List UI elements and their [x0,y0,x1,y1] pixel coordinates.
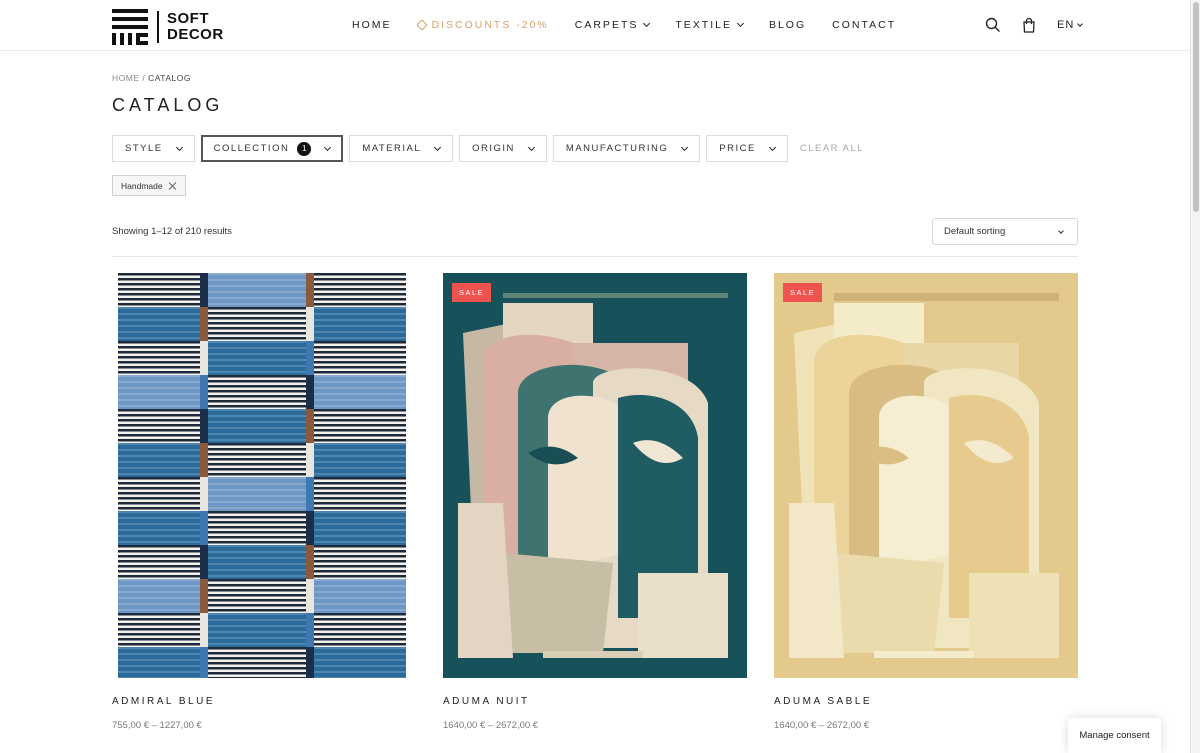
breadcrumb-current: CATALOG [148,73,191,83]
logo[interactable]: SOFT DECOR [112,9,224,45]
sort-select[interactable]: Default sorting [932,218,1078,245]
filter-collection[interactable]: COLLECTION 1 [200,135,344,162]
nav-home-label: HOME [352,19,392,31]
nav-carpets[interactable]: CARPETS [574,19,651,31]
product-image[interactable]: SALE [774,273,1078,678]
rug-image-aduma-nuit [443,273,747,678]
product-name[interactable]: ADUMA NUIT [443,696,747,707]
logo-line-1: SOFT [167,10,209,27]
filter-manufacturing-label: MANUFACTURING [565,143,669,154]
results-count: Showing 1–12 of 210 results [112,226,232,237]
chevron-down-icon [1077,20,1084,27]
breadcrumb: HOME / CATALOG [112,73,191,83]
sale-badge: SALE [452,283,492,302]
filter-material[interactable]: MATERIAL [349,135,454,162]
nav-blog-label: BLOG [768,19,807,31]
chevron-down-icon [434,143,442,151]
manage-consent-button[interactable]: Manage consent [1068,718,1161,753]
chevron-down-icon [175,143,183,151]
nav-blog[interactable]: BLOG [769,19,806,31]
filter-collection-label: COLLECTION [213,143,290,154]
product-image[interactable] [112,273,416,678]
filter-manufacturing[interactable]: MANUFACTURING [552,135,701,162]
page-title: CATALOG [112,95,224,115]
nav-textile-label: TEXTILE [675,19,732,31]
page-scrollbar[interactable] [1190,0,1200,753]
logo-divider [157,11,159,43]
language-label: EN [1057,19,1075,31]
chevron-down-icon [768,143,776,151]
breadcrumb-home[interactable]: HOME [112,73,140,83]
tag-icon [415,19,428,31]
clear-all-button[interactable]: CLEAR ALL [800,143,864,154]
cart-bag-icon[interactable] [1021,17,1037,33]
results-divider [112,256,1078,257]
nav-discounts-label: DISCOUNTS -20% [431,19,549,31]
breadcrumb-separator: / [142,73,146,83]
product-card[interactable]: SALE ADUMA NUIT 1640,00 € – 2672,00 € [443,273,747,731]
product-price: 1640,00 € – 2672,00 € [774,720,870,731]
sale-badge: SALE [783,283,823,302]
filter-price-label: PRICE [719,143,756,154]
rug-image-admiral-blue [112,273,416,678]
chevron-down-icon [736,19,745,28]
nav-discounts[interactable]: DISCOUNTS -20% [415,19,549,31]
chevron-down-icon [643,19,651,28]
chevron-down-icon [324,143,332,151]
product-card[interactable]: ADMIRAL BLUE 755,00 € – 1227,00 € [112,273,416,731]
close-icon[interactable] [169,182,177,190]
nav-home[interactable]: HOME [352,19,392,31]
product-card[interactable]: SALE ADUMA SABLE 1640,00 € – 2672,00 € [774,273,1078,731]
filter-count-badge: 1 [297,141,312,156]
active-filter-label: Handmade [121,180,163,191]
filter-style-label: STYLE [125,143,163,154]
filter-origin[interactable]: ORIGIN [459,135,547,162]
logo-mark-icon [112,9,148,45]
filter-price[interactable]: PRICE [706,135,788,162]
chevron-down-icon [527,143,535,151]
rug-image-aduma-sable [774,273,1078,678]
nav-contact-label: CONTACT [832,19,897,31]
chevron-down-icon [681,143,689,151]
main-nav: HOME DISCOUNTS -20% CARPETS TEXTILE BLOG… [352,0,922,50]
search-icon[interactable] [985,17,1001,33]
header-actions: EN [985,0,1084,50]
active-filter-chip[interactable]: Handmade [112,175,186,196]
product-image[interactable]: SALE [443,273,747,678]
logo-line-2: DECOR [167,26,224,43]
site-header: SOFT DECOR HOME DISCOUNTS -20% CARPETS T… [0,0,1190,51]
nav-contact[interactable]: CONTACT [832,19,896,31]
language-selector[interactable]: EN [1057,19,1084,31]
product-name[interactable]: ADMIRAL BLUE [112,696,416,707]
nav-carpets-label: CARPETS [574,19,639,31]
logo-wordmark: SOFT DECOR [167,11,224,43]
filter-origin-label: ORIGIN [472,143,515,154]
filter-material-label: MATERIAL [362,143,422,154]
scrollbar-thumb[interactable] [1193,2,1199,212]
product-name[interactable]: ADUMA SABLE [774,696,1078,707]
sort-selected-value: Default sorting [944,226,1006,237]
chevron-down-icon [1058,228,1064,234]
product-price: 1640,00 € – 2672,00 € [443,720,539,731]
filter-style[interactable]: STYLE [112,135,195,162]
filter-bar: STYLE COLLECTION 1 MATERIAL ORIGIN MANUFA… [112,135,864,162]
nav-textile[interactable]: TEXTILE [675,19,745,31]
product-price: 755,00 € – 1227,00 € [112,720,202,731]
